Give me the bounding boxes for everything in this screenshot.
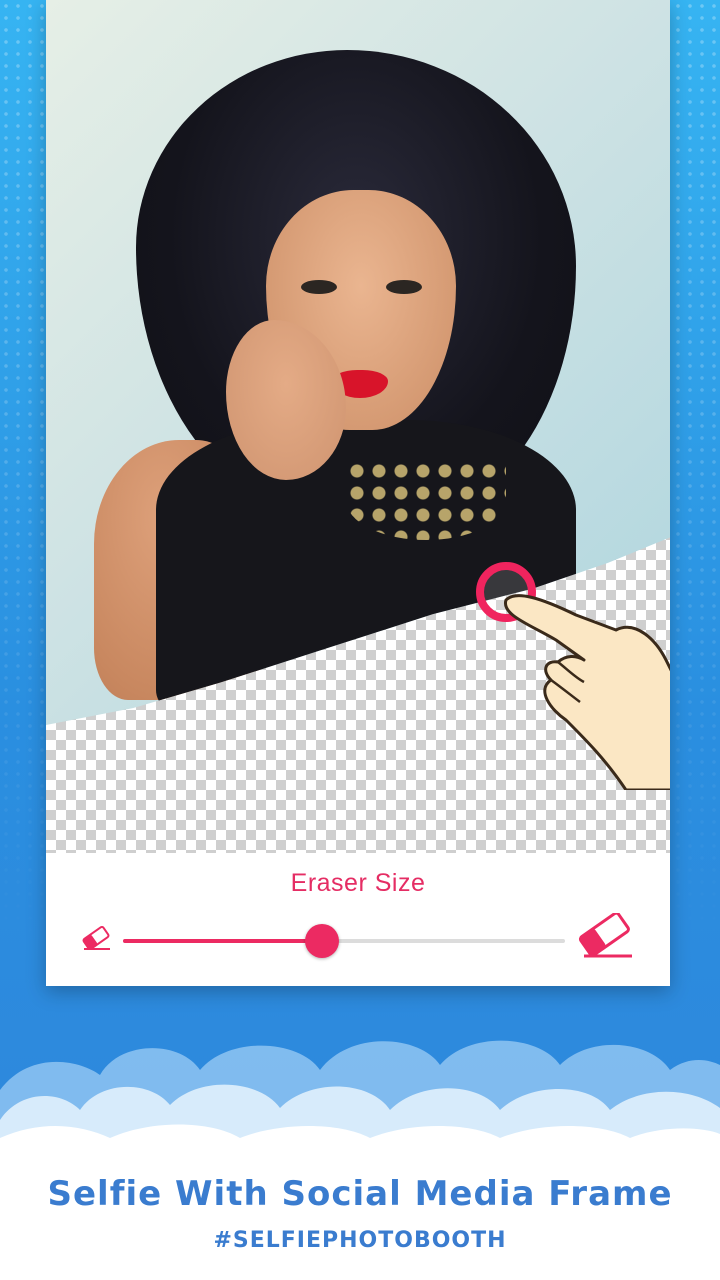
promo-hashtag: #SELFIEPHOTOBOOTH bbox=[213, 1228, 507, 1253]
slider-fill bbox=[123, 939, 322, 943]
pointing-hand-icon bbox=[504, 594, 670, 790]
photo-necklace bbox=[346, 460, 506, 540]
eraser-small-icon[interactable] bbox=[80, 925, 112, 951]
photo-eye-right bbox=[386, 280, 422, 294]
eraser-large-icon[interactable] bbox=[576, 913, 634, 959]
editing-canvas[interactable] bbox=[46, 0, 670, 853]
eraser-controls: Eraser Size bbox=[46, 853, 670, 986]
slider-thumb[interactable] bbox=[304, 924, 339, 958]
eraser-size-label: Eraser Size bbox=[290, 869, 426, 897]
photo-eye-left bbox=[301, 280, 337, 294]
cloud-decoration bbox=[0, 1040, 720, 1160]
promo-headline: Selfie With Social Media Frame bbox=[47, 1174, 673, 1214]
eraser-size-slider[interactable] bbox=[123, 924, 565, 958]
promo-footer: Selfie With Social Media Frame #SELFIEPH… bbox=[0, 1140, 720, 1280]
phone-screen: Eraser Size bbox=[46, 0, 670, 986]
